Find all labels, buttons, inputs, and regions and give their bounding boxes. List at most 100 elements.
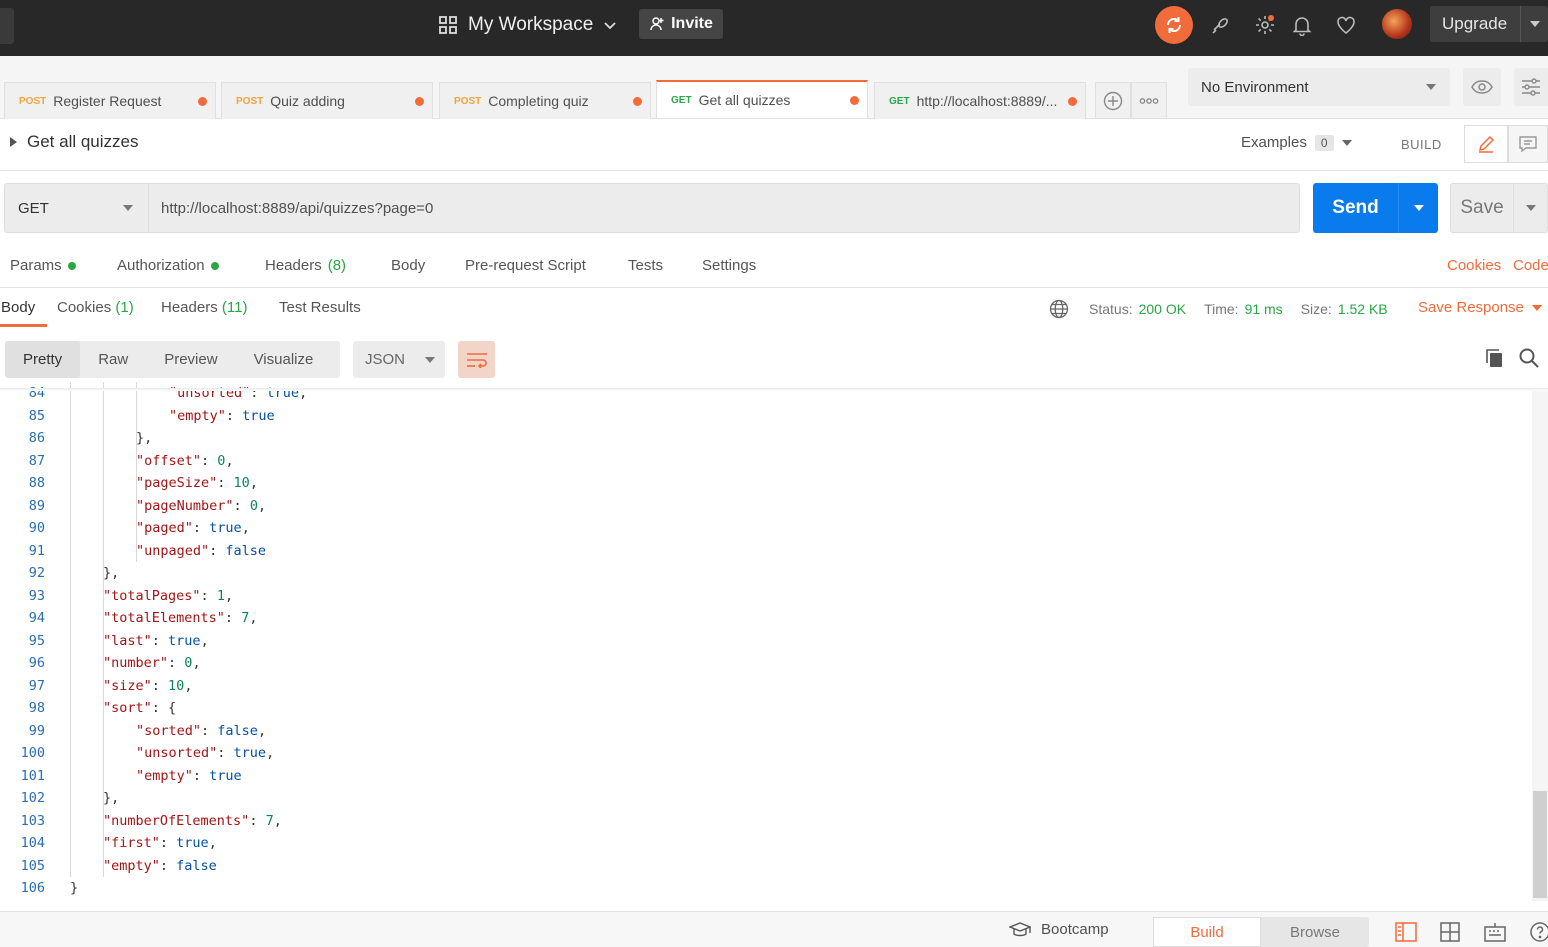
response-tab-test-results[interactable]: Test Results bbox=[279, 299, 361, 316]
line-number: 90 bbox=[28, 520, 45, 537]
code-line: 96 "number": 0, bbox=[0, 652, 1532, 675]
heart-icon[interactable] bbox=[1333, 12, 1359, 38]
search-icon[interactable] bbox=[1518, 347, 1540, 369]
chevron-down-icon bbox=[604, 22, 616, 30]
cookies-link[interactable]: Cookies bbox=[1447, 257, 1501, 274]
examples-dropdown[interactable]: Examples 0 bbox=[1241, 134, 1352, 151]
active-tab-indicator bbox=[0, 324, 47, 327]
response-tab-headers[interactable]: Headers (11) bbox=[161, 299, 247, 316]
build-mode-button[interactable]: Build bbox=[1153, 917, 1261, 947]
http-method-select[interactable]: GET bbox=[4, 183, 149, 233]
wrap-lines-button[interactable] bbox=[458, 341, 495, 378]
line-number: 96 bbox=[28, 655, 45, 672]
request-tab[interactable]: POST Completing quiz bbox=[439, 82, 651, 119]
two-pane-view-icon[interactable] bbox=[1394, 920, 1418, 944]
save-response-button[interactable]: Save Response bbox=[1418, 299, 1542, 316]
line-number: 94 bbox=[28, 610, 45, 627]
send-button[interactable]: Send bbox=[1313, 183, 1438, 233]
visualize-button[interactable]: Visualize bbox=[236, 341, 332, 378]
help-icon[interactable] bbox=[1528, 920, 1548, 944]
code-line: 97 "size": 10, bbox=[0, 675, 1532, 698]
code-text: "number": 0, bbox=[103, 655, 201, 672]
new-button-stub[interactable] bbox=[0, 8, 14, 44]
add-user-icon bbox=[650, 17, 664, 31]
code-line: 105 "empty": false bbox=[0, 855, 1532, 878]
tab-headers[interactable]: Headers (8) bbox=[265, 257, 346, 274]
response-tab-cookies[interactable]: Cookies (1) bbox=[57, 299, 134, 316]
environment-select[interactable]: No Environment bbox=[1188, 68, 1450, 106]
tab-params[interactable]: Params bbox=[10, 257, 76, 274]
url-input[interactable] bbox=[149, 183, 1300, 233]
code-text: "size": 10, bbox=[103, 677, 193, 694]
preview-button[interactable]: Preview bbox=[146, 341, 235, 378]
size-value: 1.52 KB bbox=[1337, 301, 1388, 317]
request-tab[interactable]: POST Register Request bbox=[4, 82, 216, 119]
code-line: 104 "first": true, bbox=[0, 832, 1532, 855]
unsaved-dot bbox=[415, 97, 424, 106]
new-tab-button[interactable] bbox=[1095, 82, 1131, 119]
save-button[interactable]: Save bbox=[1450, 183, 1548, 233]
divider bbox=[0, 170, 1548, 171]
code-text: } bbox=[70, 880, 79, 897]
bootcamp-button[interactable]: Bootcamp bbox=[1009, 921, 1109, 938]
keyboard-shortcuts-icon[interactable] bbox=[1483, 920, 1507, 944]
manage-environments-button[interactable] bbox=[1514, 68, 1548, 106]
code-text: "empty": true bbox=[169, 407, 275, 424]
settings-gear-icon[interactable] bbox=[1252, 12, 1278, 38]
tab-settings[interactable]: Settings bbox=[702, 257, 756, 274]
raw-button[interactable]: Raw bbox=[80, 341, 146, 378]
response-status: Status: 200 OK Time: 91 ms Size: 1.52 KB bbox=[1049, 299, 1400, 319]
pretty-button[interactable]: Pretty bbox=[5, 341, 81, 378]
satellite-icon[interactable] bbox=[1208, 12, 1234, 38]
grid-icon bbox=[439, 16, 457, 34]
edit-button[interactable] bbox=[1464, 125, 1508, 163]
browse-mode-button[interactable]: Browse bbox=[1261, 917, 1369, 947]
view-mode-group: Pretty Raw Preview Visualize bbox=[5, 341, 340, 378]
sync-button[interactable] bbox=[1155, 6, 1193, 44]
plus-circle-icon bbox=[1103, 91, 1123, 110]
divider bbox=[0, 287, 1548, 288]
examples-count: 0 bbox=[1314, 134, 1334, 151]
bell-icon[interactable] bbox=[1289, 12, 1315, 38]
code-line: 98 "sort": { bbox=[0, 697, 1532, 720]
tab-pre-request-script[interactable]: Pre-request Script bbox=[465, 257, 586, 274]
workspace-switcher[interactable]: My Workspace bbox=[438, 11, 617, 39]
request-title[interactable]: Get all quizzes bbox=[10, 132, 139, 152]
tab-tests[interactable]: Tests bbox=[628, 257, 663, 274]
layout-grid-icon[interactable] bbox=[1438, 920, 1462, 944]
environment-quick-look-button[interactable] bbox=[1463, 68, 1501, 106]
caret-down-icon bbox=[1531, 304, 1542, 311]
code-text: "pageSize": 10, bbox=[136, 475, 258, 492]
more-tabs-button[interactable] bbox=[1131, 82, 1167, 119]
line-number: 98 bbox=[28, 700, 45, 717]
request-tab-active[interactable]: GET Get all quizzes bbox=[656, 80, 868, 118]
pencil-icon bbox=[1478, 135, 1495, 153]
copy-icon[interactable] bbox=[1484, 347, 1506, 369]
top-header bbox=[0, 0, 1548, 56]
line-number: 86 bbox=[28, 430, 45, 447]
response-tab-body[interactable]: Body bbox=[1, 299, 35, 316]
avatar[interactable] bbox=[1382, 9, 1412, 39]
caret-right-icon bbox=[10, 137, 17, 147]
line-number: 87 bbox=[28, 452, 45, 469]
invite-button[interactable]: Invite bbox=[639, 9, 723, 39]
send-dropdown[interactable] bbox=[1398, 183, 1438, 233]
line-number: 91 bbox=[28, 542, 45, 559]
upgrade-dropdown[interactable] bbox=[1520, 6, 1548, 42]
save-dropdown[interactable] bbox=[1513, 184, 1547, 232]
scrollbar-thumb[interactable] bbox=[1533, 791, 1547, 898]
response-body-editor[interactable]: 84 "unsorted": true, 85 "empty": true 86}, 87… bbox=[0, 382, 1532, 901]
tab-body[interactable]: Body bbox=[391, 257, 425, 274]
code-line: 87 "offset": 0, bbox=[0, 450, 1532, 473]
request-tab[interactable]: POST Quiz adding bbox=[221, 82, 433, 119]
code-text: "empty": false bbox=[103, 857, 217, 874]
code-text: "unpaged": false bbox=[136, 542, 267, 559]
code-link[interactable]: Code bbox=[1513, 257, 1548, 274]
upgrade-button[interactable]: Upgrade bbox=[1430, 6, 1548, 42]
request-tab[interactable]: GET http://localhost:8889/... bbox=[874, 82, 1086, 119]
unsaved-dot bbox=[1068, 97, 1077, 106]
tab-authorization[interactable]: Authorization bbox=[117, 257, 219, 274]
caret-down-icon bbox=[1341, 139, 1352, 146]
comments-button[interactable] bbox=[1508, 125, 1548, 163]
language-select[interactable]: JSON bbox=[353, 341, 445, 378]
